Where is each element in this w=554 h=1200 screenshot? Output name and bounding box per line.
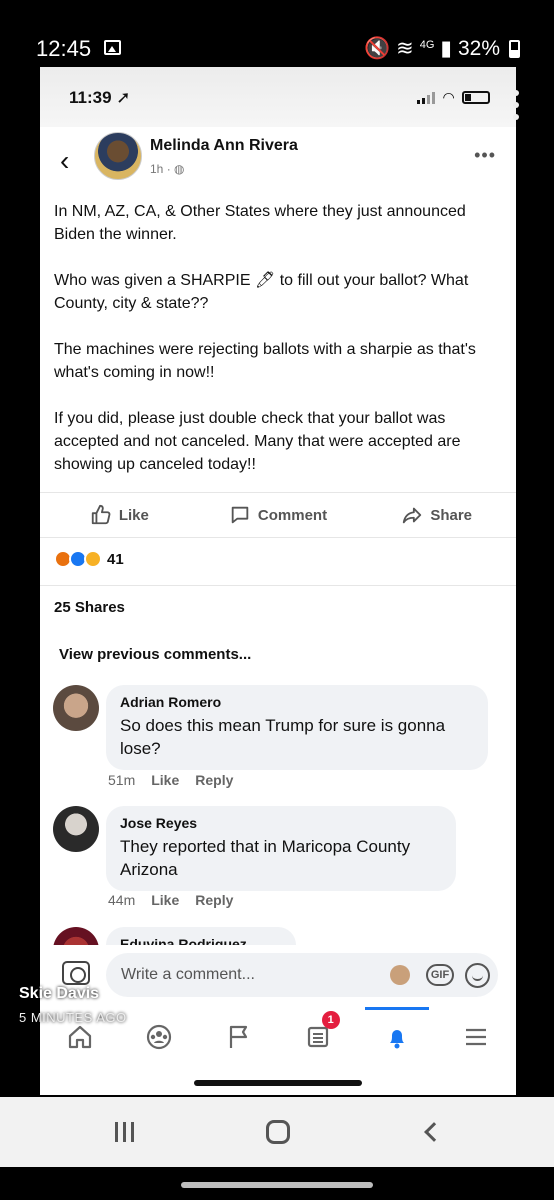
inner-clock: 11:39 ➚ — [69, 88, 131, 107]
bell-icon — [389, 1030, 404, 1049]
nav-pages[interactable] — [199, 1007, 278, 1067]
more-options-icon[interactable]: ••• — [474, 145, 496, 166]
post-text: In NM, AZ, CA, & Other States where they… — [54, 200, 504, 499]
wow-reaction-icon — [84, 550, 102, 568]
comment-bubble: Jose Reyes They reported that in Maricop… — [106, 806, 456, 891]
share-arrow-icon — [403, 507, 422, 524]
battery-percent: 32% — [457, 36, 500, 60]
post-paragraph: If you did, please just double check tha… — [54, 410, 461, 473]
battery-icon — [509, 39, 520, 58]
comment-reply-link[interactable]: Reply — [195, 772, 233, 788]
post-actions: Like Comment Share — [40, 492, 516, 538]
gesture-bar — [181, 1182, 373, 1188]
reaction-count: 41 — [107, 550, 124, 568]
avatar-sticker-icon[interactable] — [390, 965, 410, 985]
share-button[interactable]: Share — [357, 493, 516, 537]
back-button[interactable] — [394, 1097, 474, 1167]
wifi-icon: ≋ — [396, 37, 414, 60]
emoji-icon[interactable] — [465, 963, 490, 988]
post-time: 1h · ◍ — [150, 162, 185, 176]
public-globe-icon: ◍ — [174, 162, 185, 176]
comment-placeholder: Write a comment... — [121, 966, 255, 983]
comment-icon — [231, 506, 249, 524]
image-notification-icon — [104, 40, 121, 55]
battery-icon — [462, 91, 490, 104]
comment-text: They reported that in Maricopa County Ar… — [120, 837, 411, 879]
back-icon — [424, 1122, 444, 1142]
menu-icon — [466, 1028, 487, 1046]
comment-like-link[interactable]: Like — [151, 892, 179, 908]
commenter-name[interactable]: Jose Reyes — [120, 815, 442, 831]
outer-status-icons: 🔇 ≋ 4G ▮ 32% — [364, 36, 520, 61]
post-header: ‹ Melinda Ann Rivera 1h · ◍ ••• — [40, 127, 516, 193]
post-author[interactable]: Melinda Ann Rivera — [150, 137, 298, 155]
comment-reply-link[interactable]: Reply — [195, 892, 233, 908]
cell-signal-icon — [417, 91, 436, 104]
comment-bubble: Adrian Romero So does this mean Trump fo… — [106, 685, 488, 770]
share-count[interactable]: 25 Shares — [54, 599, 125, 616]
post-paragraph: In NM, AZ, CA, & Other States where they… — [54, 203, 466, 243]
flag-icon — [230, 1025, 248, 1048]
view-previous-comments[interactable]: View previous comments... — [59, 646, 251, 663]
inner-status-bar: 11:39 ➚ ◠ — [40, 67, 516, 127]
back-chevron-icon[interactable]: ‹ — [60, 147, 69, 175]
network-type: 4G — [419, 38, 435, 51]
comment-composer: Write a comment... GIF — [40, 945, 516, 1007]
story-author[interactable]: Skie Davis — [19, 985, 99, 1003]
mute-icon: 🔇 — [363, 36, 391, 60]
comment-button[interactable]: Comment — [199, 493, 358, 537]
comment-meta: 44m Like Reply — [108, 892, 233, 908]
wifi-icon: ◠ — [443, 89, 454, 105]
signal-icon: ▮ — [440, 37, 452, 60]
system-nav-bar — [0, 1097, 554, 1167]
home-icon — [68, 1025, 91, 1049]
notification-badge: 1 — [321, 1011, 340, 1029]
comment-text: So does this mean Trump for sure is gonn… — [120, 716, 446, 758]
comment-time: 44m — [108, 892, 136, 908]
nav-groups[interactable] — [119, 1007, 198, 1067]
nav-notifications[interactable] — [357, 1007, 436, 1067]
home-circle-icon — [266, 1120, 290, 1144]
like-button[interactable]: Like — [40, 493, 199, 537]
recents-icon — [114, 1122, 134, 1142]
nav-menu[interactable] — [437, 1007, 516, 1067]
commenter-name[interactable]: Adrian Romero — [120, 694, 474, 710]
comment-time: 51m — [108, 772, 136, 788]
recent-apps-button[interactable] — [84, 1097, 164, 1167]
thumbs-up-icon — [91, 504, 111, 525]
gif-icon[interactable]: GIF — [426, 964, 454, 986]
reaction-summary[interactable]: 41 — [54, 550, 124, 568]
post-paragraph: The machines were rejecting ballots with… — [54, 341, 476, 381]
screenshot-story: 11:39 ➚ ◠ ‹ Melinda Ann Rivera 1h · ◍ ••… — [40, 67, 516, 1095]
commenter-avatar[interactable] — [53, 685, 99, 731]
groups-icon — [146, 1024, 172, 1050]
commenter-avatar[interactable] — [53, 806, 99, 852]
home-indicator — [194, 1080, 362, 1086]
divider — [40, 585, 516, 586]
comment-meta: 51m Like Reply — [108, 772, 233, 788]
home-button[interactable] — [238, 1097, 318, 1167]
post-paragraph: Who was given a SHARPIE 🖊 to fill out yo… — [54, 272, 469, 312]
nav-news[interactable]: 1 — [278, 1007, 357, 1067]
outer-clock: 12:45 — [36, 36, 92, 61]
comment-input[interactable]: Write a comment... GIF — [106, 953, 498, 997]
story-options-icon[interactable] — [513, 90, 519, 126]
camera-icon[interactable] — [62, 961, 90, 985]
comment-like-link[interactable]: Like — [151, 772, 179, 788]
story-timestamp: 5 MINUTES AGO — [19, 1010, 127, 1025]
outer-status-bar: 12:45 🔇 ≋ 4G ▮ 32% — [0, 0, 554, 64]
author-avatar[interactable] — [94, 132, 142, 180]
